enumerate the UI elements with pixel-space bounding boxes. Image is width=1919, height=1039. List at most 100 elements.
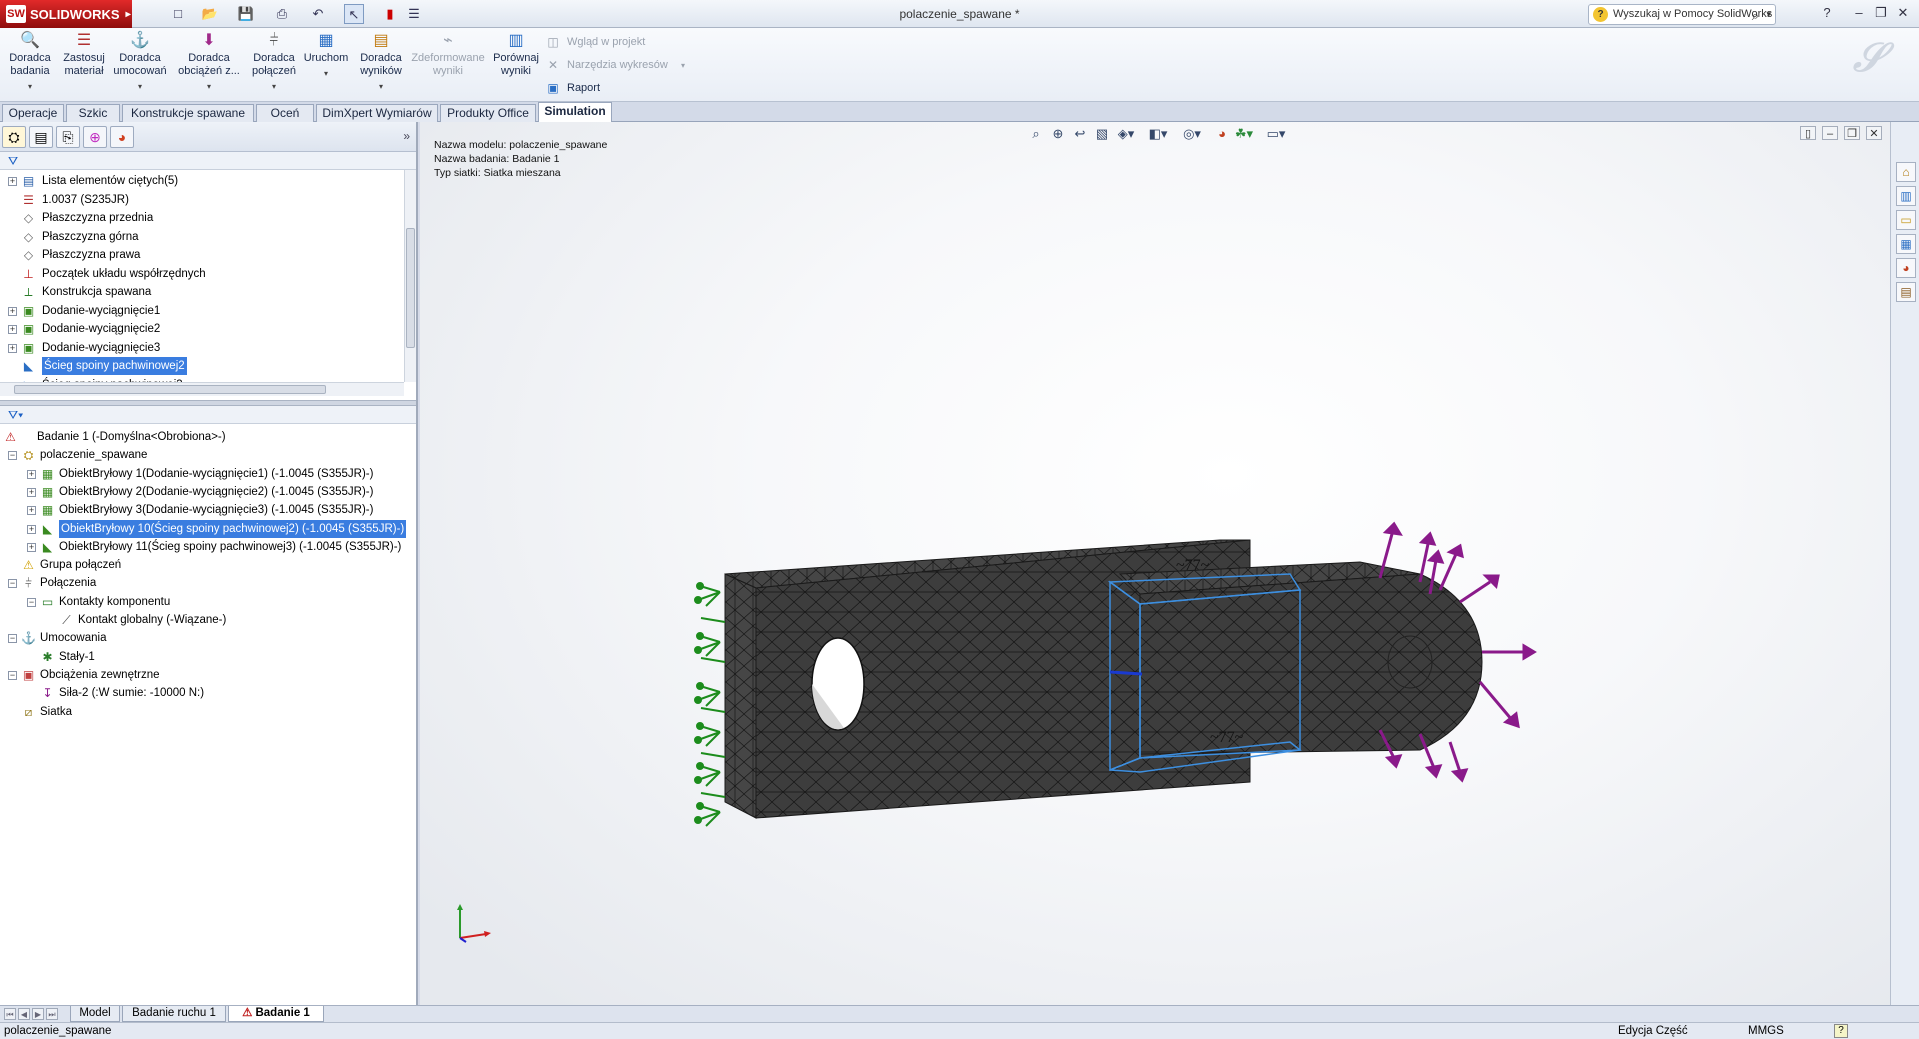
collapse-toggle-icon[interactable]: − [8,579,17,589]
plot-tools-button[interactable]: ✕ Narzędzia wykresów ▾ [545,56,685,74]
options-icon[interactable]: ☰ [404,4,424,24]
force-arrow-3 [1438,543,1464,591]
compare-results-button[interactable]: ▥ Porównaj wyniki [490,32,542,78]
meshed-model[interactable]: ~77~ ~77~ [420,122,1890,1005]
results-advisor-icon: ▤ [373,32,389,49]
flyout-arrow-icon: ▸ [125,8,131,20]
double-chevron-right-icon[interactable]: » [403,129,410,143]
status-units[interactable]: MMGS [1748,1023,1784,1039]
status-edit-mode: Edycja Część [1618,1025,1688,1037]
display-manager-tab-icon[interactable]: ◕ [110,126,134,148]
fixture-symbols[interactable] [694,582,726,827]
expand-toggle-icon[interactable]: + [27,542,36,552]
appearances-icon[interactable]: ◕ [1896,258,1916,278]
property-manager-tab-icon[interactable]: ▤ [29,126,53,148]
ribbon-label: Doradca badania [9,52,51,77]
help-search-input[interactable]: ? Wyszukaj w Pomocy SolidWorks ⌕ ▾ [1588,4,1776,25]
collapse-toggle-icon[interactable]: − [27,597,36,607]
prev-tab-arrow-icon[interactable]: ◀ [18,1008,30,1020]
select-pointer-icon[interactable]: ↖ [344,4,364,24]
status-help-icon[interactable]: ? [1834,1024,1848,1038]
view-palette-icon[interactable]: ▦ [1896,234,1916,254]
dimxpert-manager-tab-icon[interactable]: ⊕ [83,126,107,148]
last-tab-arrow-icon[interactable]: ⏭ [46,1008,58,1020]
study-advisor-button[interactable]: 🔍 Doradca badania ▾ [6,32,54,93]
resources-home-icon[interactable]: ⌂ [1896,162,1916,182]
tab-model[interactable]: Model [70,1006,120,1022]
extrude-icon: ▣ [22,303,35,318]
help-menu-icon[interactable]: ? [1818,5,1836,23]
feature-filter-bar: ⛛ [0,152,416,170]
fixtures-advisor-button[interactable]: ⚓ Doradca umocowań ▾ [110,32,170,93]
study-tree-label: ObiektBryłowy 2(Dodanie-wyciągnięcie2) (… [59,485,374,498]
scroll-thumb[interactable] [14,385,326,394]
custom-properties-icon[interactable]: ▤ [1896,282,1916,302]
expand-toggle-icon[interactable]: + [27,524,36,534]
expand-toggle-icon[interactable]: + [27,506,36,516]
expand-toggle-icon[interactable]: + [27,469,36,479]
tab-konstrukcje-spawane[interactable]: Konstrukcje spawane [122,104,254,122]
brand-label: SOLIDWORKS [30,6,120,22]
tab-study-1[interactable]: ⚠ Badanie 1 [228,1006,324,1022]
close-icon[interactable]: ✕ [1894,5,1912,23]
new-document-icon[interactable]: □ [168,4,188,24]
print-icon[interactable]: ⎙ [272,4,292,24]
apply-material-button[interactable]: ☰ Zastosuj materiał [60,32,108,78]
simulation-study-tree: ⚠ Badanie 1 (-Domyślna<Obrobiona>-) − ⛭ pola… [0,424,416,1004]
solidworks-menu-button[interactable]: SW SOLIDWORKS ▸ [0,0,132,28]
restore-icon[interactable]: ❐ [1872,5,1890,23]
study-tree-label: Stały-1 [59,650,95,663]
tab-produkty-office[interactable]: Produkty Office [440,104,536,122]
design-insight-button[interactable]: ◫ Wgląd w projekt [545,33,645,51]
ribbon-label: Uruchom [303,52,349,64]
status-bar: polaczenie_spawane Edycja Część MMGS ? [0,1022,1919,1039]
search-icon[interactable]: ⌕ [1752,6,1759,25]
minimize-icon[interactable]: – [1850,5,1868,23]
tab-ocen[interactable]: Oceń [256,104,314,122]
connections-advisor-button[interactable]: ⫩ Doradca połączeń ▾ [248,32,300,93]
results-advisor-button[interactable]: ▤ Doradca wyników ▾ [354,32,408,93]
expand-toggle-icon[interactable]: + [8,325,17,334]
tab-szkic[interactable]: Szkic [66,104,120,122]
feature-manager-tab-icon[interactable]: ⛭ [2,126,26,148]
first-tab-arrow-icon[interactable]: ⏮ [4,1008,16,1020]
expand-toggle-icon[interactable]: + [8,343,17,353]
configuration-manager-tab-icon[interactable]: ⎘ [56,126,80,148]
external-loads-advisor-button[interactable]: ⬇ Doradca obciążeń z... ▾ [174,32,244,93]
ribbon-label: Doradca połączeń [251,52,297,77]
tab-operacje[interactable]: Operacje [2,104,64,122]
material-icon: ☰ [23,192,34,207]
expand-toggle-icon[interactable]: + [8,306,17,316]
lug-body[interactable] [1118,561,1483,755]
rebuild-icon[interactable]: ▮ [380,4,400,24]
run-button[interactable]: ▦ Uruchom ▾ [302,32,350,80]
expand-toggle-icon[interactable]: + [8,177,17,186]
feature-tree-horizontal-scrollbar[interactable] [0,382,404,396]
file-explorer-icon[interactable]: ▭ [1896,210,1916,230]
tab-dimxpert[interactable]: DimXpert Wymiarów [316,104,438,122]
feature-tree-label: Lista elementów ciętych(5) [42,175,179,187]
open-folder-icon[interactable]: 📂 [200,4,220,24]
expand-toggle-icon[interactable]: + [27,487,36,497]
deformed-result-button[interactable]: ⌁ Zdeformowane wyniki [410,32,486,78]
undo-icon[interactable]: ↶ [308,4,328,24]
next-tab-arrow-icon[interactable]: ▶ [32,1008,44,1020]
filter-icon[interactable]: ⛛▾ [8,408,23,423]
save-icon[interactable]: 💾 [236,4,256,24]
chevron-down-icon[interactable]: ▾ [1766,5,1771,24]
graphics-area[interactable]: ⌕ ⊕ ↩ ▧ ◈▾ ◧▾ ◎▾ ◕ ☘▾ ▭▾ ▯ – ❐ ✕ Nazwa m… [420,122,1890,1005]
chevron-down-icon: ▾ [323,69,328,78]
feature-tree-label: Płaszczyzna prawa [42,249,141,261]
collapse-toggle-icon[interactable]: − [8,670,17,680]
tab-simulation[interactable]: Simulation [538,102,612,123]
report-button[interactable]: ▣ Raport [545,79,600,97]
scroll-thumb[interactable] [406,228,415,348]
tab-motion-study[interactable]: Badanie ruchu 1 [122,1006,226,1022]
collapse-toggle-icon[interactable]: − [8,451,17,461]
filter-icon[interactable]: ⛛ [8,154,18,169]
collapse-toggle-icon[interactable]: − [8,634,17,644]
study-filter-bar: ⛛▾ [0,406,416,424]
design-library-icon[interactable]: ▥ [1896,186,1916,206]
feature-tree-vertical-scrollbar[interactable] [404,170,416,382]
feature-tree: + ▤ Lista elementów ciętych(5) ☰ 1.0037 (S23… [0,170,406,382]
